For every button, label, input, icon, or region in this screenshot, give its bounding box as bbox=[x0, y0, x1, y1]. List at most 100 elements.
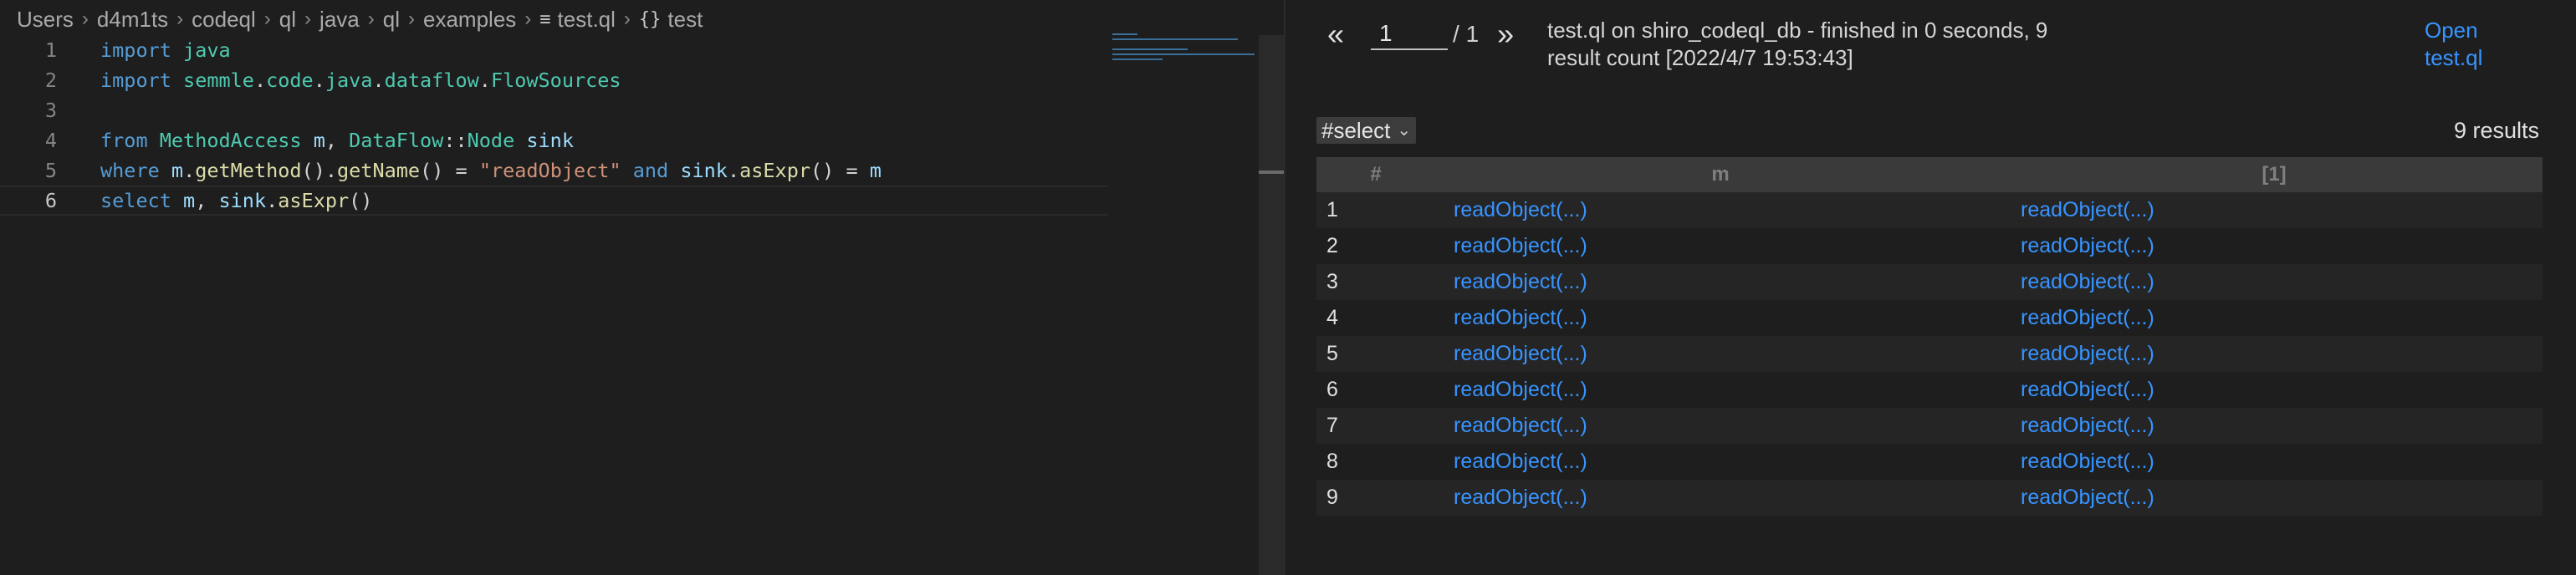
code-token: Node bbox=[467, 129, 515, 152]
code-text: where m.getMethod().getName() = "readObj… bbox=[100, 155, 882, 186]
result-link[interactable]: readObject(...) bbox=[2021, 486, 2154, 509]
code-line[interactable]: 5 where m.getMethod().getName() = "readOb… bbox=[0, 155, 1108, 186]
result-link[interactable]: readObject(...) bbox=[1454, 486, 1587, 509]
code-token: . bbox=[372, 69, 385, 92]
table-row[interactable]: 2 readObject(...) readObject(...) bbox=[1316, 228, 2543, 264]
page-number-input[interactable] bbox=[1371, 18, 1449, 50]
breadcrumb-item[interactable]: examples bbox=[423, 7, 516, 33]
code-text: select m, sink.asExpr() bbox=[100, 187, 372, 214]
code-token: . bbox=[727, 159, 740, 182]
code-line[interactable]: 6 select m, sink.asExpr() bbox=[0, 186, 1108, 216]
table-row[interactable]: 3 readObject(...) readObject(...) bbox=[1316, 264, 2543, 300]
result-link[interactable]: readObject(...) bbox=[2021, 270, 2154, 293]
column-header-index[interactable]: # bbox=[1316, 157, 1435, 192]
column-header-m[interactable]: m bbox=[1435, 157, 2006, 192]
code-token: m bbox=[869, 159, 882, 182]
minimap[interactable] bbox=[1112, 33, 1259, 67]
row-index-cell: 8 bbox=[1316, 444, 1435, 480]
code-text: from MethodAccess m, DataFlow::Node sink bbox=[100, 125, 574, 155]
result-link[interactable]: readObject(...) bbox=[1454, 414, 1587, 437]
line-number: 4 bbox=[44, 129, 57, 152]
breadcrumb-item[interactable]: ql bbox=[383, 7, 400, 33]
file-icon: ≡ bbox=[539, 8, 551, 30]
breadcrumb-symbol[interactable]: test bbox=[667, 7, 703, 33]
result-cell: readObject(...) bbox=[2006, 336, 2543, 372]
result-cell: readObject(...) bbox=[1435, 444, 2006, 480]
result-link[interactable]: readObject(...) bbox=[1454, 342, 1587, 365]
table-row[interactable]: 1 readObject(...) readObject(...) bbox=[1316, 192, 2543, 228]
result-link[interactable]: readObject(...) bbox=[2021, 198, 2154, 221]
code-token: code bbox=[266, 69, 314, 92]
code-token: sink bbox=[680, 159, 728, 182]
table-row[interactable]: 4 readObject(...) readObject(...) bbox=[1316, 300, 2543, 336]
result-link[interactable]: readObject(...) bbox=[2021, 234, 2154, 257]
code-line[interactable]: 2 import semmle.code.java.dataflow.FlowSo… bbox=[0, 65, 1108, 95]
symbol-icon: {} bbox=[638, 8, 662, 30]
result-link[interactable]: readObject(...) bbox=[2021, 378, 2154, 401]
code-token: where bbox=[100, 159, 160, 182]
editor-scrollbar[interactable] bbox=[1259, 35, 1284, 575]
result-link[interactable]: readObject(...) bbox=[1454, 378, 1587, 401]
code-editor[interactable]: Users › d4m1ts › codeql › ql › java › ql › examples ›… bbox=[0, 0, 1258, 575]
result-link[interactable]: readObject(...) bbox=[1454, 198, 1587, 221]
line-number: 5 bbox=[44, 159, 57, 182]
code-token: () = bbox=[420, 159, 479, 182]
table-row[interactable]: 9 readObject(...) readObject(...) bbox=[1316, 480, 2543, 516]
result-cell: readObject(...) bbox=[1435, 192, 2006, 228]
result-link[interactable]: readObject(...) bbox=[1454, 234, 1587, 257]
result-cell: readObject(...) bbox=[2006, 192, 2543, 228]
result-cell: readObject(...) bbox=[1435, 336, 2006, 372]
table-row[interactable]: 5 readObject(...) readObject(...) bbox=[1316, 336, 2543, 372]
code-token: :: bbox=[443, 129, 468, 152]
code-token: m bbox=[183, 189, 196, 212]
result-link[interactable]: readObject(...) bbox=[1454, 270, 1587, 293]
chevron-right-icon: › bbox=[81, 8, 89, 30]
line-number: 2 bbox=[44, 69, 57, 92]
table-row[interactable]: 8 readObject(...) readObject(...) bbox=[1316, 444, 2543, 480]
result-link[interactable]: readObject(...) bbox=[1454, 306, 1587, 329]
result-link[interactable]: readObject(...) bbox=[2021, 306, 2154, 329]
code-token: semmle bbox=[183, 69, 254, 92]
code-line[interactable]: 1 import java bbox=[0, 35, 1108, 65]
previous-page-button[interactable]: « bbox=[1327, 19, 1344, 49]
breadcrumb: Users › d4m1ts › codeql › ql › java › ql › examples ›… bbox=[17, 5, 703, 33]
result-link[interactable]: readObject(...) bbox=[2021, 342, 2154, 365]
result-cell: readObject(...) bbox=[2006, 264, 2543, 300]
code-token: , bbox=[325, 129, 350, 152]
code-token: sink bbox=[526, 129, 574, 152]
code-area[interactable]: 1 import java 2 import semmle.code.java.dat… bbox=[0, 35, 1108, 216]
code-token: java bbox=[325, 69, 373, 92]
breadcrumb-item[interactable]: d4m1ts bbox=[97, 7, 168, 33]
code-token: () = bbox=[810, 159, 870, 182]
next-page-button[interactable]: » bbox=[1497, 19, 1514, 49]
result-link[interactable]: readObject(...) bbox=[2021, 450, 2154, 473]
result-set-select[interactable]: #select ⌄ bbox=[1316, 117, 1417, 144]
column-header-1[interactable]: [1] bbox=[2006, 157, 2543, 192]
code-token: getMethod bbox=[195, 159, 302, 182]
code-line[interactable]: 4 from MethodAccess m, DataFlow::Node sin… bbox=[0, 125, 1108, 155]
breadcrumb-item[interactable]: java bbox=[319, 7, 360, 33]
result-link[interactable]: readObject(...) bbox=[1454, 450, 1587, 473]
breadcrumb-item[interactable]: codeql bbox=[192, 7, 256, 33]
row-index-cell: 9 bbox=[1316, 480, 1435, 516]
breadcrumb-file[interactable]: test.ql bbox=[558, 7, 616, 33]
breadcrumb-item[interactable]: Users bbox=[17, 7, 74, 33]
code-token: import bbox=[100, 38, 171, 62]
table-row[interactable]: 7 readObject(...) readObject(...) bbox=[1316, 408, 2543, 444]
query-results-panel: « / 1 » test.ql on shiro_codeql_db - fin… bbox=[1285, 0, 2576, 575]
result-cell: readObject(...) bbox=[2006, 372, 2543, 408]
result-cell: readObject(...) bbox=[2006, 408, 2543, 444]
result-cell: readObject(...) bbox=[2006, 480, 2543, 516]
open-query-link[interactable]: Open test.ql bbox=[2425, 17, 2525, 72]
result-cell: readObject(...) bbox=[1435, 408, 2006, 444]
breadcrumb-item[interactable]: ql bbox=[279, 7, 296, 33]
scrollbar-cursor-marker bbox=[1259, 170, 1284, 174]
chevron-right-icon: › bbox=[623, 8, 631, 30]
code-token: (). bbox=[301, 159, 338, 182]
result-link[interactable]: readObject(...) bbox=[2021, 414, 2154, 437]
table-row[interactable]: 6 readObject(...) readObject(...) bbox=[1316, 372, 2543, 408]
code-line[interactable]: 3 bbox=[0, 95, 1108, 125]
